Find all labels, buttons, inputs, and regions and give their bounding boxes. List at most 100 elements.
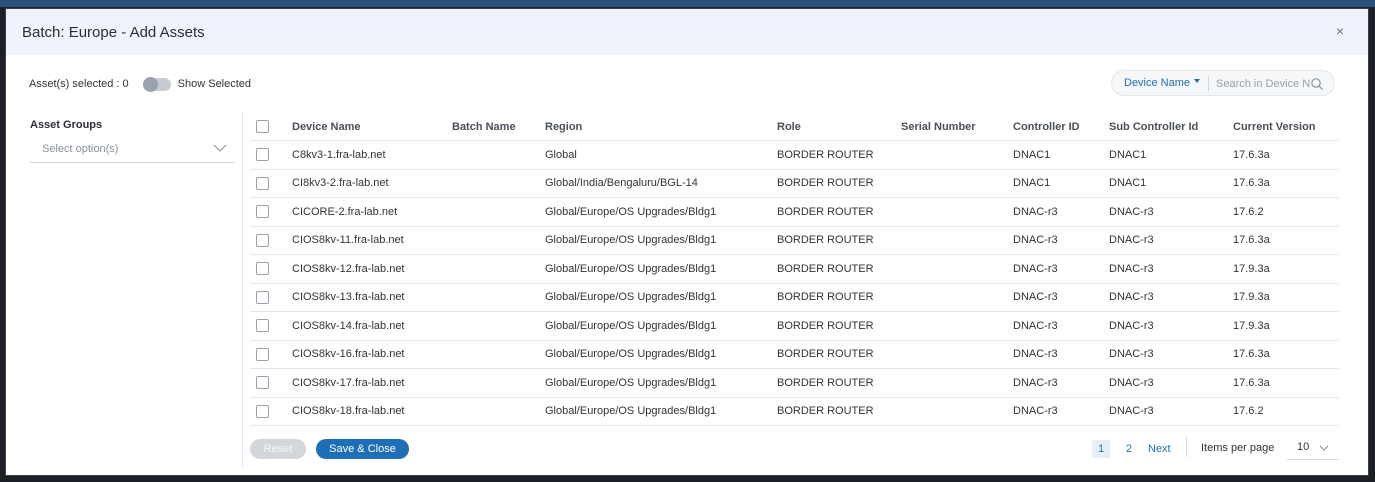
cell-sub-controller-id: DNAC-r3 [1109, 319, 1154, 332]
cell-region: Global/India/Bengaluru/BGL-14 [545, 177, 698, 190]
assets-table: Device Name Batch Name Region Role Seria… [250, 113, 1339, 426]
table-row[interactable]: CIOS8kv-18.fra-lab.net Global/Europe/OS U… [250, 398, 1339, 426]
show-selected-toggle[interactable] [142, 76, 171, 92]
reset-button[interactable]: Reset [250, 439, 306, 459]
col-region[interactable]: Region [545, 113, 582, 140]
cell-current-version: 17.9.3a [1233, 291, 1270, 304]
cell-role: BORDER ROUTER [777, 234, 874, 247]
cell-device-name: CIOS8kv-11.fra-lab.net [292, 234, 404, 247]
cell-region: Global/Europe/OS Upgrades/Bldg1 [545, 291, 717, 304]
search-icon[interactable] [1310, 77, 1324, 91]
table-body: C8kv3-1.fra-lab.net Global BORDER ROUTER DN… [250, 141, 1339, 426]
row-checkbox[interactable] [256, 262, 269, 275]
cell-current-version: 17.6.3a [1233, 376, 1270, 389]
cell-device-name: CIOS8kv-13.fra-lab.net [292, 291, 405, 304]
cell-region: Global/Europe/OS Upgrades/Bldg1 [545, 205, 717, 218]
selection-bar: Asset(s) selected : 0 Show Selected [29, 76, 251, 92]
page-2-button[interactable]: 2 [1126, 443, 1132, 455]
cell-sub-controller-id: DNAC-r3 [1109, 234, 1154, 247]
cell-controller-id: DNAC-r3 [1013, 348, 1058, 361]
asset-groups-title: Asset Groups [30, 119, 103, 131]
row-checkbox[interactable] [256, 404, 269, 418]
cell-role: BORDER ROUTER [777, 319, 874, 332]
table-row[interactable]: CIOS8kv-13.fra-lab.net Global/Europe/OS U… [250, 284, 1339, 312]
row-checkbox[interactable] [256, 376, 269, 389]
cell-device-name: CICORE-2.fra-lab.net [292, 205, 398, 218]
cell-region: Global/Europe/OS Upgrades/Bldg1 [545, 405, 717, 418]
cell-role: BORDER ROUTER [777, 376, 874, 389]
show-selected-label: Show Selected [177, 78, 252, 90]
select-all-checkbox[interactable] [256, 120, 269, 133]
modal-header: Batch: Europe - Add Assets × [6, 9, 1368, 55]
row-checkbox[interactable] [256, 290, 269, 304]
col-current-version[interactable]: Current Version [1233, 113, 1316, 140]
col-device-name[interactable]: Device Name [292, 113, 361, 140]
cell-current-version: 17.6.2 [1233, 405, 1264, 418]
page-1-button[interactable]: 1 [1092, 440, 1110, 458]
cell-region: Global/Europe/OS Upgrades/Bldg1 [545, 376, 717, 389]
panel-divider [242, 111, 243, 467]
items-per-page-select[interactable]: 10 [1287, 436, 1339, 460]
cell-controller-id: DNAC-r3 [1013, 405, 1058, 418]
cell-sub-controller-id: DNAC-r3 [1109, 262, 1154, 275]
cell-device-name: CI8kv3-2.fra-lab.net [292, 177, 389, 190]
search-input[interactable] [1216, 75, 1310, 92]
cell-sub-controller-id: DNAC-r3 [1109, 405, 1154, 418]
cell-current-version: 17.6.3a [1233, 177, 1270, 190]
cell-sub-controller-id: DNAC-r3 [1109, 376, 1154, 389]
cell-region: Global/Europe/OS Upgrades/Bldg1 [545, 348, 717, 361]
cell-role: BORDER ROUTER [777, 348, 874, 361]
cell-current-version: 17.6.3a [1233, 348, 1270, 361]
chevron-down-icon [213, 144, 227, 152]
row-checkbox[interactable] [256, 233, 269, 247]
row-checkbox[interactable] [256, 319, 269, 332]
cell-controller-id: DNAC-r3 [1013, 291, 1058, 304]
cell-role: BORDER ROUTER [777, 262, 874, 275]
cell-region: Global/Europe/OS Upgrades/Bldg1 [545, 234, 717, 247]
cell-role: BORDER ROUTER [777, 291, 874, 304]
close-icon[interactable]: × [1336, 23, 1344, 39]
add-assets-modal: Batch: Europe - Add Assets × Asset(s) se… [5, 8, 1369, 476]
cell-device-name: CIOS8kv-18.fra-lab.net [292, 405, 405, 418]
items-per-page-label: Items per page [1201, 442, 1275, 454]
cell-sub-controller-id: DNAC-r3 [1109, 205, 1154, 218]
modal-footer: Reset Save & Close 1 2 Next Items per pa… [250, 436, 1339, 460]
row-checkbox[interactable] [256, 347, 269, 361]
row-checkbox[interactable] [256, 205, 269, 218]
table-row[interactable]: CIOS8kv-16.fra-lab.net Global/Europe/OS U… [250, 341, 1339, 369]
table-row[interactable]: CIOS8kv-17.fra-lab.net Global/Europe/OS U… [250, 369, 1339, 398]
table-row[interactable]: CIOS8kv-12.fra-lab.net Global/Europe/OS U… [250, 255, 1339, 284]
toggle-knob [142, 76, 158, 92]
cell-controller-id: DNAC-r3 [1013, 376, 1058, 389]
cell-controller-id: DNAC1 [1013, 177, 1051, 190]
col-sub-controller-id[interactable]: Sub Controller Id [1109, 113, 1198, 140]
asset-groups-select[interactable]: Select option(s) [30, 139, 235, 163]
cell-device-name: CIOS8kv-16.fra-lab.net [292, 348, 405, 361]
cell-current-version: 17.9.3a [1233, 319, 1270, 332]
table-row[interactable]: CICORE-2.fra-lab.net Global/Europe/OS Upg… [250, 198, 1339, 227]
col-serial-number[interactable]: Serial Number [901, 113, 976, 140]
search-field-selector[interactable]: Device Name [1124, 77, 1190, 89]
table-row[interactable]: CIOS8kv-11.fra-lab.net Global/Europe/OS U… [250, 227, 1339, 255]
col-batch-name[interactable]: Batch Name [452, 113, 516, 140]
items-per-page-value: 10 [1297, 441, 1310, 453]
background-app-strip [0, 0, 1375, 7]
search-divider [1208, 76, 1209, 91]
save-close-button[interactable]: Save & Close [316, 439, 409, 459]
table-row[interactable]: CI8kv3-2.fra-lab.net Global/India/Bengalu… [250, 170, 1339, 198]
table-row[interactable]: C8kv3-1.fra-lab.net Global BORDER ROUTER DN… [250, 141, 1339, 170]
col-controller-id[interactable]: Controller ID [1013, 113, 1080, 140]
selected-count: Asset(s) selected : 0 [29, 78, 129, 90]
table-row[interactable]: CIOS8kv-14.fra-lab.net Global/Europe/OS U… [250, 312, 1339, 341]
cell-region: Global/Europe/OS Upgrades/Bldg1 [545, 319, 717, 332]
row-checkbox[interactable] [256, 176, 269, 190]
cell-current-version: 17.9.3a [1233, 262, 1270, 275]
next-page-button[interactable]: Next [1148, 443, 1171, 455]
row-checkbox[interactable] [256, 148, 269, 161]
cell-controller-id: DNAC1 [1013, 148, 1051, 161]
cell-sub-controller-id: DNAC-r3 [1109, 291, 1154, 304]
caret-down-icon[interactable] [1194, 79, 1200, 83]
cell-role: BORDER ROUTER [777, 205, 874, 218]
modal-title: Batch: Europe - Add Assets [22, 24, 205, 41]
col-role[interactable]: Role [777, 113, 801, 140]
